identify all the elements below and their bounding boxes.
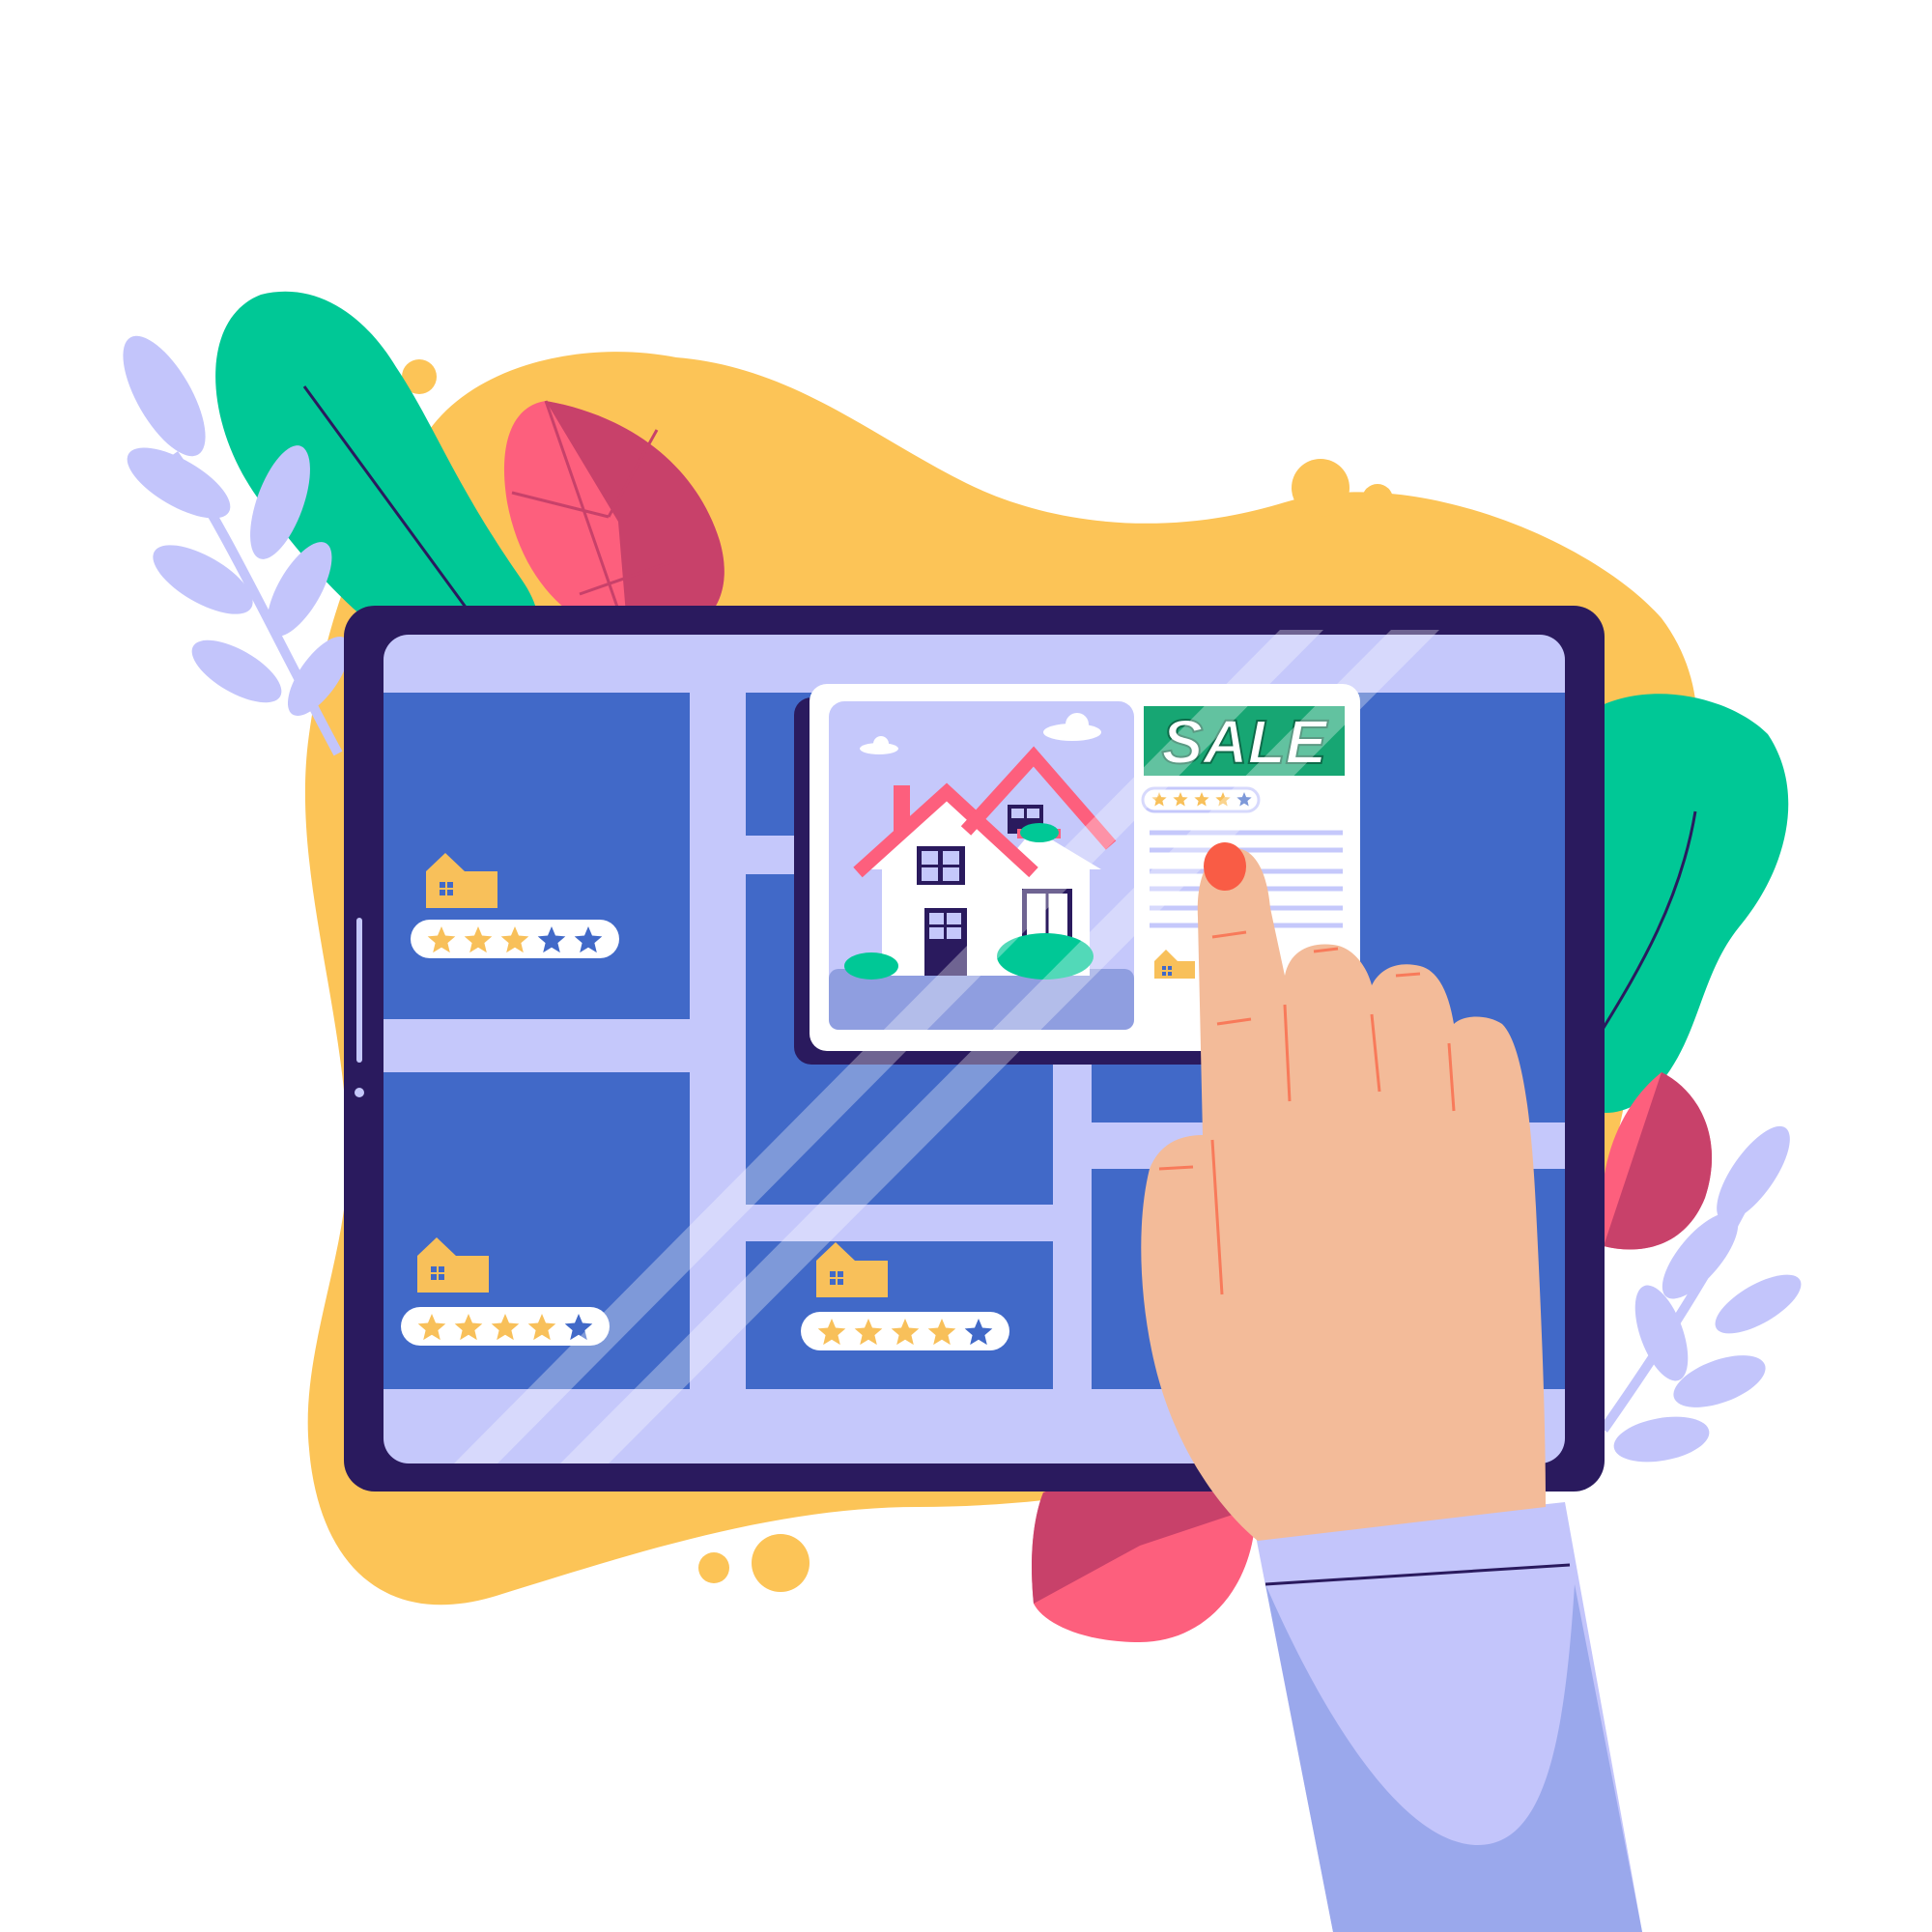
real-estate-app-illustration: SALE (123, 291, 1802, 1932)
deco-dot (1292, 459, 1350, 517)
fingernail (1204, 842, 1246, 891)
tablet-side-button[interactable] (356, 918, 362, 1063)
deco-dot (752, 1534, 810, 1592)
deco-dot (698, 1552, 729, 1583)
map-block[interactable] (384, 693, 690, 1019)
deco-dot (1362, 484, 1393, 515)
tablet-camera (355, 1088, 364, 1097)
